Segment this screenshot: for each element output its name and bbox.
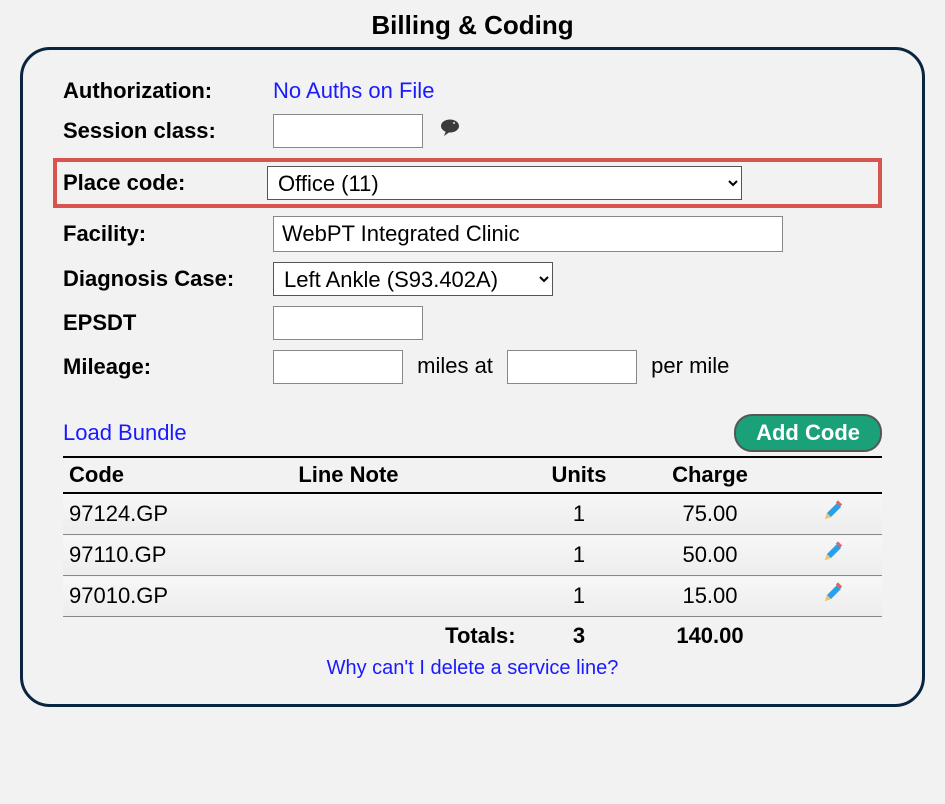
cell-charge: 50.00 [636, 535, 783, 576]
codes-table: Code Line Note Units Charge 97124.GP 1 7… [63, 456, 882, 655]
cell-charge: 75.00 [636, 493, 783, 535]
cell-code: 97124.GP [63, 493, 292, 535]
cell-note [292, 535, 521, 576]
actions-row: Load Bundle Add Code [63, 414, 882, 452]
cell-code: 97010.GP [63, 576, 292, 617]
cell-charge: 15.00 [636, 576, 783, 617]
table-row: 97124.GP 1 75.00 [63, 493, 882, 535]
diagnosis-select[interactable]: Left Ankle (S93.402A) [273, 262, 553, 296]
facility-input[interactable] [273, 216, 783, 252]
totals-row: Totals: 3 140.00 [63, 617, 882, 656]
page-title: Billing & Coding [20, 10, 925, 41]
pencil-icon [822, 541, 844, 563]
epsdt-label: EPSDT [63, 310, 273, 336]
per-mile-text: per mile [651, 353, 729, 378]
totals-charge: 140.00 [636, 617, 783, 656]
cell-units: 1 [522, 493, 637, 535]
table-row: 97010.GP 1 15.00 [63, 576, 882, 617]
totals-units: 3 [522, 617, 637, 656]
pencil-icon [822, 500, 844, 522]
session-class-input[interactable] [273, 114, 423, 148]
diagnosis-label: Diagnosis Case: [63, 266, 273, 292]
cell-code: 97110.GP [63, 535, 292, 576]
edit-row-button[interactable] [822, 541, 844, 566]
place-code-select[interactable]: Office (11) [267, 166, 742, 200]
add-code-button[interactable]: Add Code [734, 414, 882, 452]
authorization-row: Authorization: No Auths on File [63, 78, 882, 104]
edit-row-button[interactable] [822, 500, 844, 525]
place-code-label: Place code: [63, 170, 267, 196]
session-class-row: Session class: [63, 114, 882, 148]
mileage-label: Mileage: [63, 354, 273, 380]
rate-input[interactable] [507, 350, 637, 384]
totals-label: Totals: [292, 617, 521, 656]
diagnosis-row: Diagnosis Case: Left Ankle (S93.402A) [63, 262, 882, 296]
cell-units: 1 [522, 535, 637, 576]
authorization-label: Authorization: [63, 78, 273, 104]
speech-bubble-icon[interactable] [439, 117, 461, 139]
billing-panel: Authorization: No Auths on File Session … [20, 47, 925, 707]
authorization-link[interactable]: No Auths on File [273, 78, 434, 103]
epsdt-row: EPSDT [63, 306, 882, 340]
cell-note [292, 493, 521, 535]
facility-row: Facility: [63, 216, 882, 252]
delete-help-link[interactable]: Why can't I delete a service line? [327, 657, 619, 679]
miles-input[interactable] [273, 350, 403, 384]
cell-units: 1 [522, 576, 637, 617]
col-action-header [784, 457, 882, 493]
session-class-label: Session class: [63, 118, 273, 144]
epsdt-input[interactable] [273, 306, 423, 340]
mileage-row: Mileage: miles at per mile [63, 350, 882, 384]
edit-row-button[interactable] [822, 582, 844, 607]
cell-note [292, 576, 521, 617]
facility-label: Facility: [63, 221, 273, 247]
col-charge-header: Charge [636, 457, 783, 493]
col-code-header: Code [63, 457, 292, 493]
col-note-header: Line Note [292, 457, 521, 493]
col-units-header: Units [522, 457, 637, 493]
table-row: 97110.GP 1 50.00 [63, 535, 882, 576]
miles-at-text: miles at [417, 353, 493, 378]
pencil-icon [822, 582, 844, 604]
load-bundle-link[interactable]: Load Bundle [63, 420, 187, 446]
place-code-row: Place code: Office (11) [53, 158, 882, 208]
